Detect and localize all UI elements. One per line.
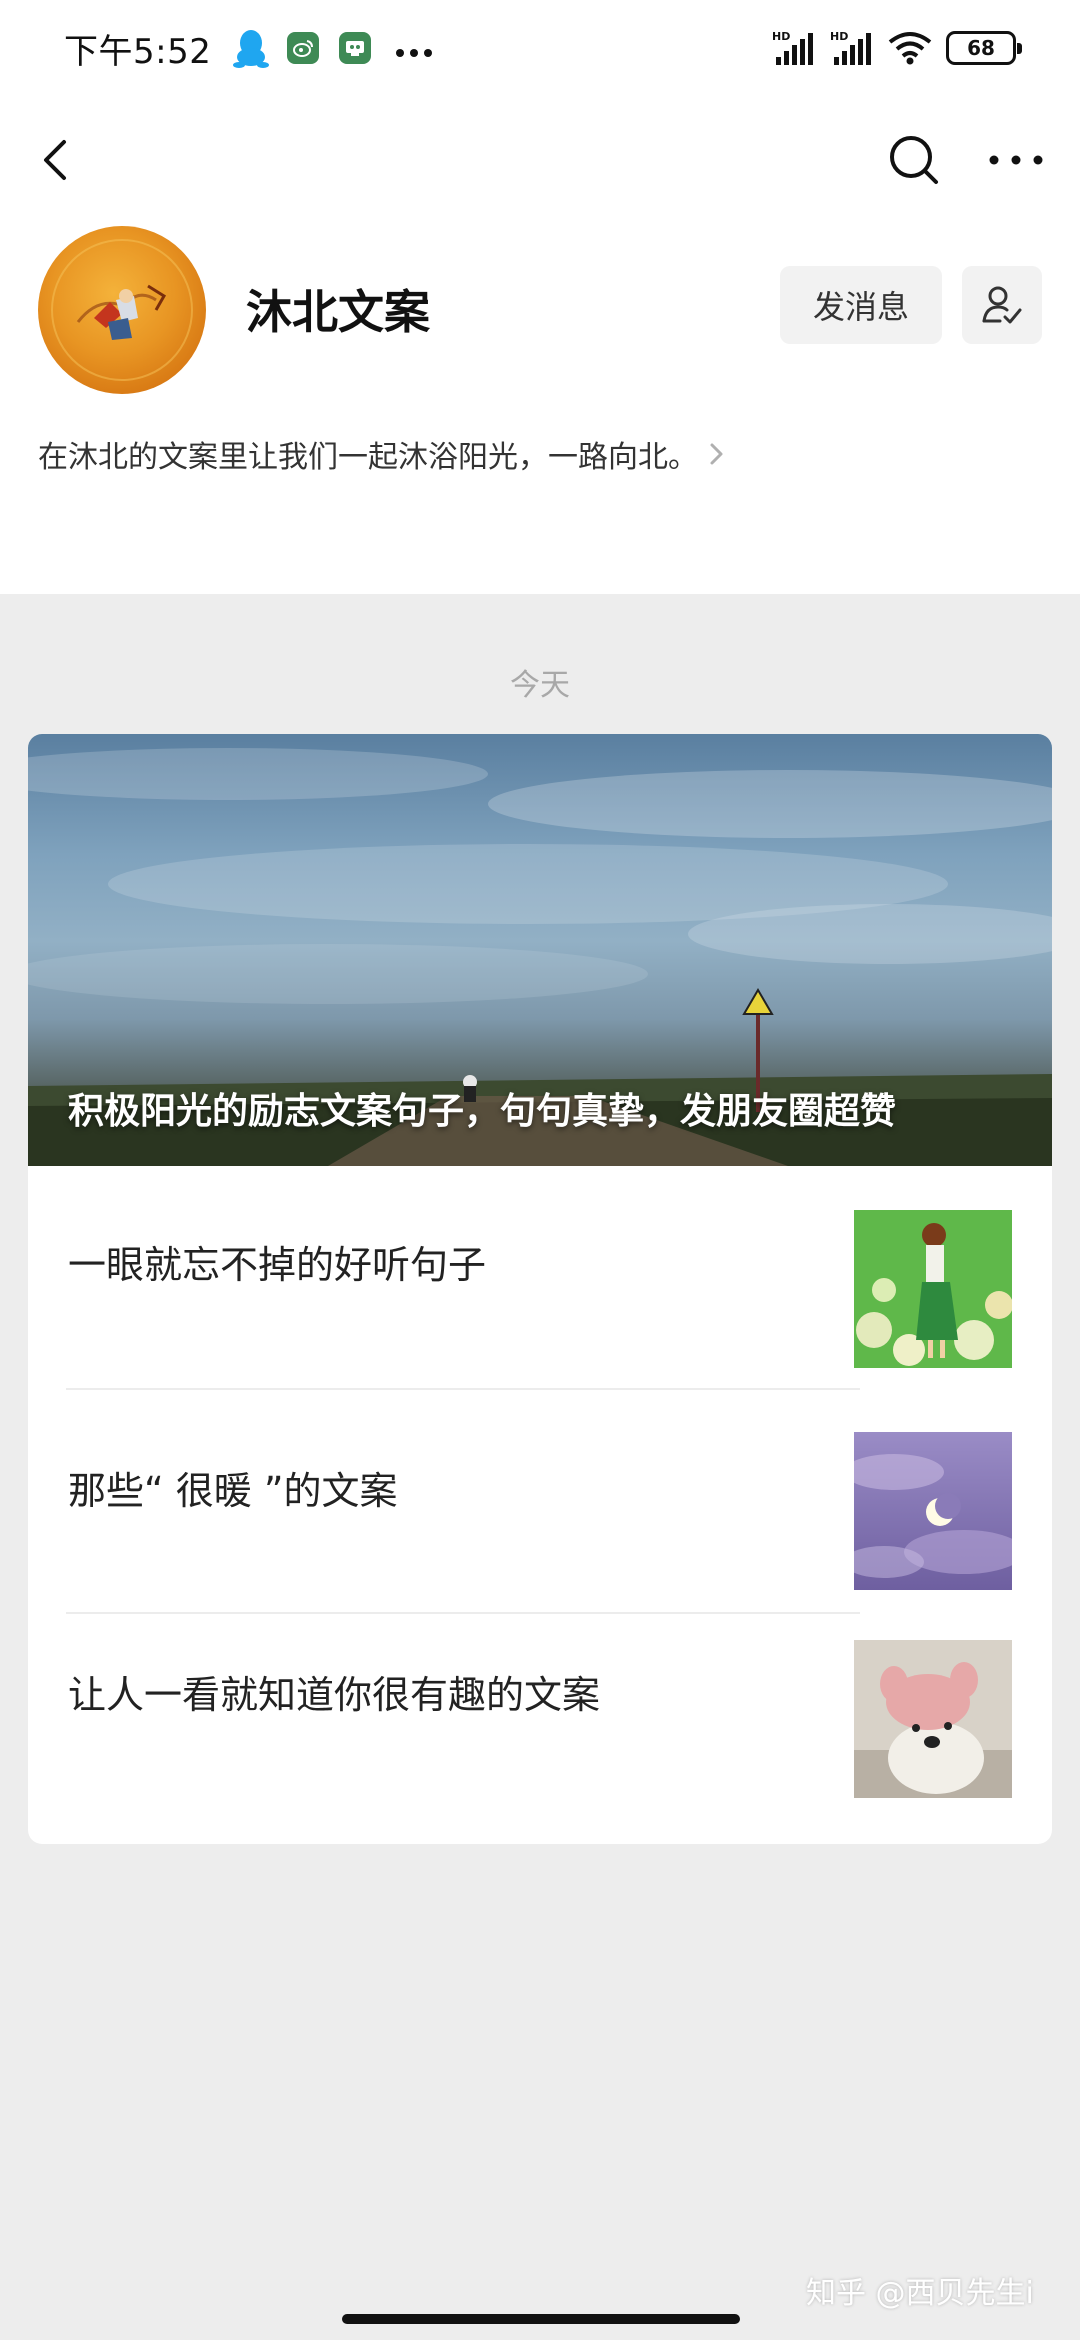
avatar-illustration bbox=[51, 239, 193, 381]
chevron-right-icon bbox=[710, 443, 723, 465]
account-bio[interactable]: 在沐北的文案里让我们一起沐浴阳光，一路向北。 bbox=[38, 432, 726, 476]
article-list-item[interactable]: 一眼就忘不掉的好听句子 bbox=[28, 1166, 1052, 1390]
bio-text: 在沐北的文案里让我们一起沐浴阳光，一路向北。 bbox=[38, 440, 698, 475]
article-list-item[interactable]: 让人一看就知道你很有趣的文案 bbox=[28, 1614, 1052, 1838]
article-thumbnail bbox=[854, 1210, 1012, 1368]
article-title: 让人一看就知道你很有趣的文案 bbox=[68, 1673, 601, 1717]
official-account-profile-page: 下午5:52 HD HD 68 沐北文案 发消息 在沐北的文案里让我们一起沐浴阳… bbox=[0, 0, 1080, 2340]
weibo-notification-icon bbox=[287, 32, 320, 64]
profile-header: 沐北文案 发消息 在沐北的文案里让我们一起沐浴阳光，一路向北。 bbox=[0, 226, 1080, 594]
signal-2-label: HD bbox=[830, 30, 848, 43]
search-button[interactable] bbox=[882, 128, 946, 192]
watermark: 知乎 @西贝先生i bbox=[806, 2276, 1034, 2311]
cover-article[interactable]: 积极阳光的励志文案句子，句句真挚，发朋友圈超赞 bbox=[28, 734, 1052, 1166]
nav-bar bbox=[0, 96, 1080, 226]
account-name: 沐北文案 bbox=[246, 285, 430, 339]
dog-with-hat-thumbnail bbox=[854, 1640, 1012, 1798]
more-notifications-icon bbox=[395, 31, 433, 66]
search-icon bbox=[890, 136, 938, 184]
cellular-signal-icon: HD bbox=[772, 30, 813, 65]
send-message-button[interactable]: 发消息 bbox=[780, 266, 942, 344]
app-notification-icon bbox=[339, 32, 372, 64]
status-bar: 下午5:52 HD HD 68 bbox=[0, 0, 1080, 96]
cover-article-title: 积极阳光的励志文案句子，句句真挚，发朋友圈超赞 bbox=[68, 1091, 897, 1132]
signal-1-label: HD bbox=[772, 30, 790, 43]
status-indicators: HD HD 68 bbox=[772, 29, 1022, 67]
more-horizontal-icon bbox=[989, 155, 1043, 165]
status-time: 下午5:52 bbox=[64, 31, 212, 72]
home-indicator[interactable] bbox=[342, 2314, 740, 2324]
article-card: 积极阳光的励志文案句子，句句真挚，发朋友圈超赞 一眼就忘不掉的好听句子 那些“ … bbox=[28, 734, 1052, 1844]
qq-notification-icon bbox=[233, 27, 270, 69]
article-title: 那些“ 很暖 ”的文案 bbox=[68, 1469, 398, 1513]
wifi-icon bbox=[888, 32, 932, 65]
moon-sky-thumbnail bbox=[854, 1432, 1012, 1590]
article-title: 一眼就忘不掉的好听句子 bbox=[68, 1243, 487, 1287]
article-thumbnail bbox=[854, 1432, 1012, 1590]
battery-level: 68 bbox=[967, 36, 995, 60]
user-check-icon bbox=[982, 286, 1022, 324]
cellular-signal-2-icon: HD bbox=[830, 30, 871, 65]
girl-in-flowers-thumbnail bbox=[854, 1210, 1012, 1368]
more-options-button[interactable] bbox=[976, 128, 1056, 192]
avatar[interactable] bbox=[38, 226, 206, 394]
article-thumbnail bbox=[854, 1640, 1012, 1798]
battery-icon: 68 bbox=[946, 31, 1022, 65]
followed-status-button[interactable] bbox=[962, 266, 1042, 344]
article-list-item[interactable]: 那些“ 很暖 ”的文案 bbox=[28, 1390, 1052, 1614]
back-arrow-icon bbox=[44, 140, 66, 180]
back-button[interactable] bbox=[28, 128, 92, 192]
date-divider: 今天 bbox=[510, 668, 570, 703]
